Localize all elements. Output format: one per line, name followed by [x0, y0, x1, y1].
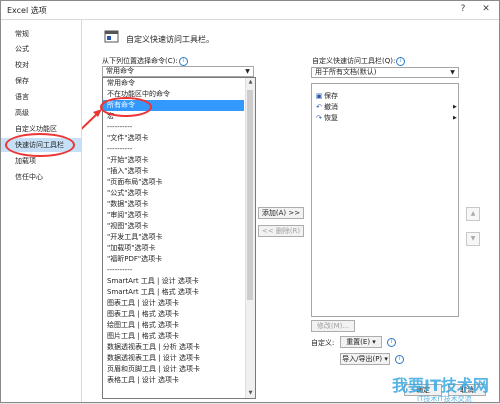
dropdown-item[interactable]: 图表工具 | 格式 选项卡	[107, 309, 179, 320]
window-title: Excel 选项	[7, 6, 47, 15]
dropdown-item[interactable]: "公式"选项卡	[107, 188, 148, 199]
options-sidebar: 常规 公式 校对 保存 语言 高级 自定义功能区 快速访问工具栏 加载项 信任中…	[1, 20, 82, 402]
sidebar-item-save[interactable]: 保存	[1, 74, 81, 88]
add-button[interactable]: 添加(A) >>	[258, 207, 304, 219]
info-icon: i	[178, 56, 188, 66]
sidebar-item-formulas[interactable]: 公式	[1, 42, 81, 56]
annotation-arrow	[82, 109, 102, 130]
info-icon: i	[387, 338, 396, 347]
dropdown-item[interactable]: "页面布局"选项卡	[107, 177, 162, 188]
info-icon: i	[395, 355, 404, 364]
dropdown-item[interactable]: SmartArt 工具 | 格式 选项卡	[107, 287, 199, 298]
submenu-arrow-icon: ▶	[453, 104, 457, 110]
move-down-button[interactable]: ▼	[466, 232, 480, 246]
dropdown-item[interactable]: 数据透视表工具 | 设计 选项卡	[107, 353, 200, 364]
scroll-down-icon[interactable]: ▼	[246, 389, 255, 398]
qat-commands-list[interactable]: ▣ 保存 ↶ 撤消 ▶ ↷ 恢复 ▶	[311, 83, 459, 317]
import-export-button[interactable]: 导入/导出(P) ▾	[340, 353, 390, 365]
sidebar-item-proofing[interactable]: 校对	[1, 58, 81, 72]
main-panel: 自定义快速访问工具栏。 从下列位置选择命令(C): i 常用命令 ▼ 自定义快速访…	[82, 20, 499, 403]
dropdown-item[interactable]: "插入"选项卡	[107, 166, 148, 177]
dropdown-scrollbar[interactable]: ▲ ▼	[245, 78, 255, 398]
sidebar-item-general[interactable]: 常规	[1, 27, 81, 41]
dropdown-item[interactable]: "开始"选项卡	[107, 155, 148, 166]
list-item[interactable]: ↷ 恢复 ▶	[314, 113, 457, 124]
dropdown-item[interactable]: "数据"选项卡	[107, 199, 148, 210]
list-item[interactable]: ↶ 撤消 ▶	[314, 102, 457, 113]
save-icon: ▣	[315, 92, 323, 100]
excel-options-dialog: Excel 选项 ? ✕ 常规 公式 校对 保存 语言 高级 自定义功能区 快速…	[0, 0, 500, 403]
customize-qat-select[interactable]: 用于所有文档(默认) ▼	[311, 67, 459, 78]
dropdown-item[interactable]: 图表工具 | 设计 选项卡	[107, 298, 179, 309]
help-icon[interactable]: ?	[456, 3, 470, 16]
dropdown-item[interactable]: "开发工具"选项卡	[107, 232, 162, 243]
customize-label: 自定义:	[311, 339, 335, 347]
dropdown-item[interactable]: 表格工具 | 设计 选项卡	[107, 375, 179, 386]
customize-qat-label: 自定义快速访问工具栏(Q): i	[312, 56, 406, 66]
watermark-text: 我要IT技术网	[392, 376, 489, 395]
dropdown-item[interactable]: 绘图工具 | 格式 选项卡	[107, 320, 179, 331]
scroll-up-icon[interactable]: ▲	[246, 78, 255, 87]
title-bar: Excel 选项 ? ✕	[1, 1, 499, 20]
dropdown-item[interactable]: 页眉和页脚工具 | 设计 选项卡	[107, 364, 200, 375]
undo-icon: ↶	[316, 103, 322, 111]
reset-button[interactable]: 重置(E) ▾	[340, 336, 382, 348]
redo-icon: ↷	[316, 114, 322, 122]
submenu-arrow-icon: ▶	[453, 115, 457, 121]
dropdown-separator: ----------	[107, 266, 133, 274]
sidebar-item-trust-center[interactable]: 信任中心	[1, 170, 81, 184]
dropdown-item[interactable]: 图片工具 | 格式 选项卡	[107, 331, 179, 342]
dropdown-item[interactable]: "视图"选项卡	[107, 221, 148, 232]
dropdown-item[interactable]: SmartArt 工具 | 设计 选项卡	[107, 276, 199, 287]
list-item[interactable]: ▣ 保存	[314, 91, 338, 102]
dropdown-item[interactable]: "审阅"选项卡	[107, 210, 148, 221]
sidebar-item-language[interactable]: 语言	[1, 90, 81, 104]
dropdown-item[interactable]: "加载项"选项卡	[107, 243, 155, 254]
chevron-down-icon: ▼	[245, 68, 250, 75]
modify-button[interactable]: 修改(M)...	[311, 320, 355, 332]
remove-button[interactable]: << 删除(R)	[258, 225, 304, 237]
dropdown-item[interactable]: 数据透视表工具 | 分析 选项卡	[107, 342, 200, 353]
close-icon[interactable]: ✕	[479, 3, 493, 16]
scrollbar-thumb[interactable]	[247, 90, 253, 300]
dropdown-item[interactable]: "福昕PDF"选项卡	[107, 254, 162, 265]
sidebar-item-advanced[interactable]: 高级	[1, 106, 81, 120]
move-up-button[interactable]: ▲	[466, 207, 480, 221]
chevron-down-icon: ▼	[450, 69, 455, 76]
info-icon: i	[396, 56, 406, 66]
annotation-oval-sidebar	[5, 133, 75, 157]
